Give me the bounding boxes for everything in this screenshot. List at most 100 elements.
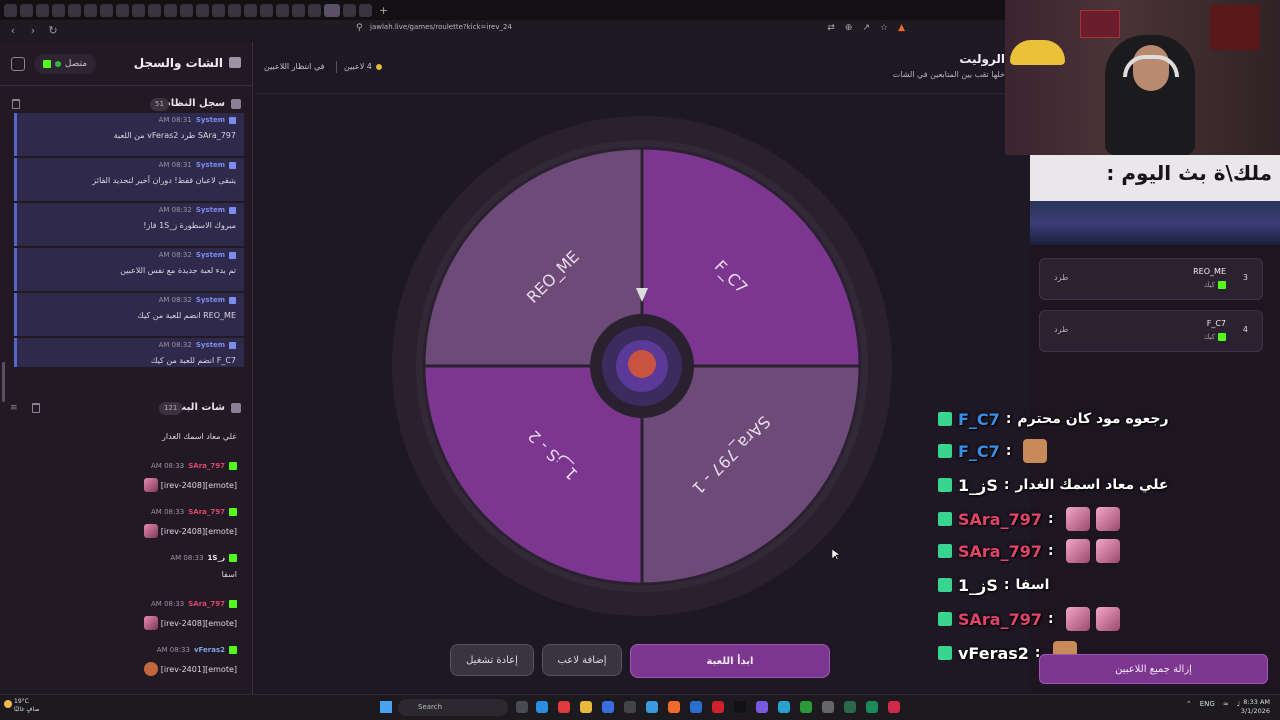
- app-icon[interactable]: [624, 701, 636, 713]
- browser-tab[interactable]: [196, 3, 209, 17]
- reload-icon[interactable]: ↻: [46, 24, 60, 37]
- app-icon[interactable]: [888, 701, 900, 713]
- browser-tab[interactable]: [343, 3, 356, 17]
- clock[interactable]: 8:33 AM 3/1/2026: [1241, 698, 1270, 716]
- chat-user[interactable]: SAra_797: [188, 462, 225, 470]
- taskbar-search[interactable]: Search: [398, 699, 508, 716]
- roulette-wheel[interactable]: F_C7SAra_797 - 1ز_1S - 2REO_ME: [388, 112, 896, 620]
- task-view-icon[interactable]: [516, 701, 528, 713]
- app-icon[interactable]: [866, 701, 878, 713]
- browser-tab[interactable]: [20, 3, 33, 17]
- browser-tab[interactable]: [132, 3, 145, 17]
- browser-tab[interactable]: [36, 3, 49, 17]
- translate-icon[interactable]: ⇄: [827, 23, 835, 33]
- stream-chat-list[interactable]: علي معاد اسمك الغدار SAra_797 AM 08:33 [em…: [0, 426, 253, 694]
- brave-shield-icon[interactable]: ▲: [898, 23, 905, 33]
- browser-tab-active[interactable]: [324, 3, 340, 17]
- chevron-up-icon[interactable]: ⌃: [1186, 700, 1192, 708]
- system-log-item: System AM 08:32 F_C7 انضم للعبة من كيك: [14, 338, 244, 367]
- app-icon[interactable]: [646, 701, 658, 713]
- kick-player-button[interactable]: طرد: [1054, 325, 1068, 334]
- emote-icon: [1095, 507, 1120, 531]
- bot-icon: [229, 161, 236, 169]
- restart-button[interactable]: إعادة تشغيل: [450, 644, 534, 676]
- collapse-panel-icon[interactable]: [11, 57, 25, 71]
- trash-icon[interactable]: [32, 403, 40, 413]
- browser-tab[interactable]: [84, 3, 97, 17]
- app-icon[interactable]: [778, 701, 790, 713]
- chat-user[interactable]: SAra_797: [188, 600, 225, 608]
- browser-tab[interactable]: [148, 3, 161, 17]
- browser-tab[interactable]: [116, 3, 129, 17]
- browser-tab[interactable]: [52, 3, 65, 17]
- remove-all-players-button[interactable]: إزالة جميع اللاعبين: [1039, 654, 1268, 684]
- browser-tab[interactable]: [4, 3, 17, 17]
- browser-tab[interactable]: [292, 3, 305, 17]
- browser-tab[interactable]: [359, 3, 372, 17]
- kick-player-button[interactable]: طرد: [1054, 273, 1068, 282]
- settings-icon[interactable]: [822, 701, 834, 713]
- player-source: كيك: [1204, 333, 1226, 341]
- log-sender: System: [195, 296, 225, 304]
- add-player-button[interactable]: إضافة لاعب: [542, 644, 622, 676]
- clock-time: 8:33 AM: [1243, 698, 1270, 706]
- system-log-title: سجل النظام: [163, 98, 225, 109]
- kick-icon: [229, 508, 237, 516]
- waiting-status: في انتظار اللاعبين: [264, 62, 325, 71]
- app-icon[interactable]: [602, 701, 614, 713]
- browser-tab[interactable]: [180, 3, 193, 17]
- browser-tab[interactable]: [308, 3, 321, 17]
- chat-time: AM 08:33: [156, 646, 190, 654]
- weather-widget[interactable]: 19°C صافٍ غالبًا: [14, 698, 39, 714]
- browser-tab[interactable]: [244, 3, 257, 17]
- game-header: الروليت خلها تقب بين المتابعين في الشات …: [254, 42, 1038, 94]
- browser-tab[interactable]: [212, 3, 225, 17]
- log-meta: System AM 08:31: [159, 161, 236, 169]
- browser-tab[interactable]: [260, 3, 273, 17]
- start-game-button[interactable]: ابدأ اللعبة: [630, 644, 830, 678]
- browser-tab[interactable]: [164, 3, 177, 17]
- chat-message: vFeras2 AM 08:33 [emote][irev-2401]: [0, 642, 253, 688]
- site-info-icon[interactable]: ⚲: [356, 23, 363, 33]
- new-tab-button[interactable]: +: [379, 4, 388, 17]
- trash-icon[interactable]: [12, 99, 20, 109]
- filter-icon[interactable]: ≡: [10, 403, 18, 413]
- url-field[interactable]: jawlah.live/games/roulette?kick=irev_24: [370, 23, 512, 31]
- overlay-chat-line: ز_1S: علي معاد اسمك الغدار: [938, 470, 1168, 500]
- banner-image: [1030, 201, 1280, 245]
- windows-start-icon[interactable]: [380, 701, 392, 713]
- kick-icon: [229, 600, 237, 608]
- netflix-icon[interactable]: [712, 701, 724, 713]
- wifi-icon[interactable]: ≈: [1223, 700, 1229, 708]
- share-icon[interactable]: ↗: [862, 23, 870, 33]
- app-icon[interactable]: [734, 701, 746, 713]
- overlay-chat: F_C7: رجعوه مود كان محترم F_C7: ز_1S: علي مع…: [930, 400, 1270, 670]
- xbox-icon[interactable]: [800, 701, 812, 713]
- discord-icon[interactable]: [756, 701, 768, 713]
- system-log-list[interactable]: System AM 08:31 SAra_797 طرد vFeras2 من ال…: [14, 113, 244, 367]
- weather-icon[interactable]: [4, 700, 12, 708]
- browser-tab[interactable]: [228, 3, 241, 17]
- log-text: يتبقى لاعبان فقط! دوران أخير لتحديد الفا…: [92, 176, 236, 185]
- language-indicator[interactable]: ENG: [1200, 700, 1215, 708]
- volume-icon[interactable]: ♩: [1237, 700, 1240, 708]
- chat-user[interactable]: ز_1S: [208, 554, 225, 562]
- browser-tab[interactable]: [68, 3, 81, 17]
- edge-icon[interactable]: [536, 701, 548, 713]
- app-icon[interactable]: [844, 701, 856, 713]
- app-icon[interactable]: [690, 701, 702, 713]
- forward-icon[interactable]: ›: [26, 24, 40, 37]
- brave-icon[interactable]: [668, 701, 680, 713]
- app-icon[interactable]: [558, 701, 570, 713]
- chat-user[interactable]: vFeras2: [194, 646, 225, 654]
- star-icon[interactable]: ☆: [880, 23, 888, 33]
- browser-tab[interactable]: [100, 3, 113, 17]
- back-icon[interactable]: ‹: [6, 24, 20, 37]
- zoom-icon[interactable]: ⊕: [845, 23, 853, 33]
- system-tray[interactable]: ⌃ ENG ≈ ♩: [1186, 700, 1240, 708]
- overlay-chat-separator: :: [1048, 543, 1054, 559]
- emote-icon: [143, 662, 158, 676]
- browser-tab[interactable]: [276, 3, 289, 17]
- chat-user[interactable]: SAra_797: [188, 508, 225, 516]
- file-explorer-icon[interactable]: [580, 701, 592, 713]
